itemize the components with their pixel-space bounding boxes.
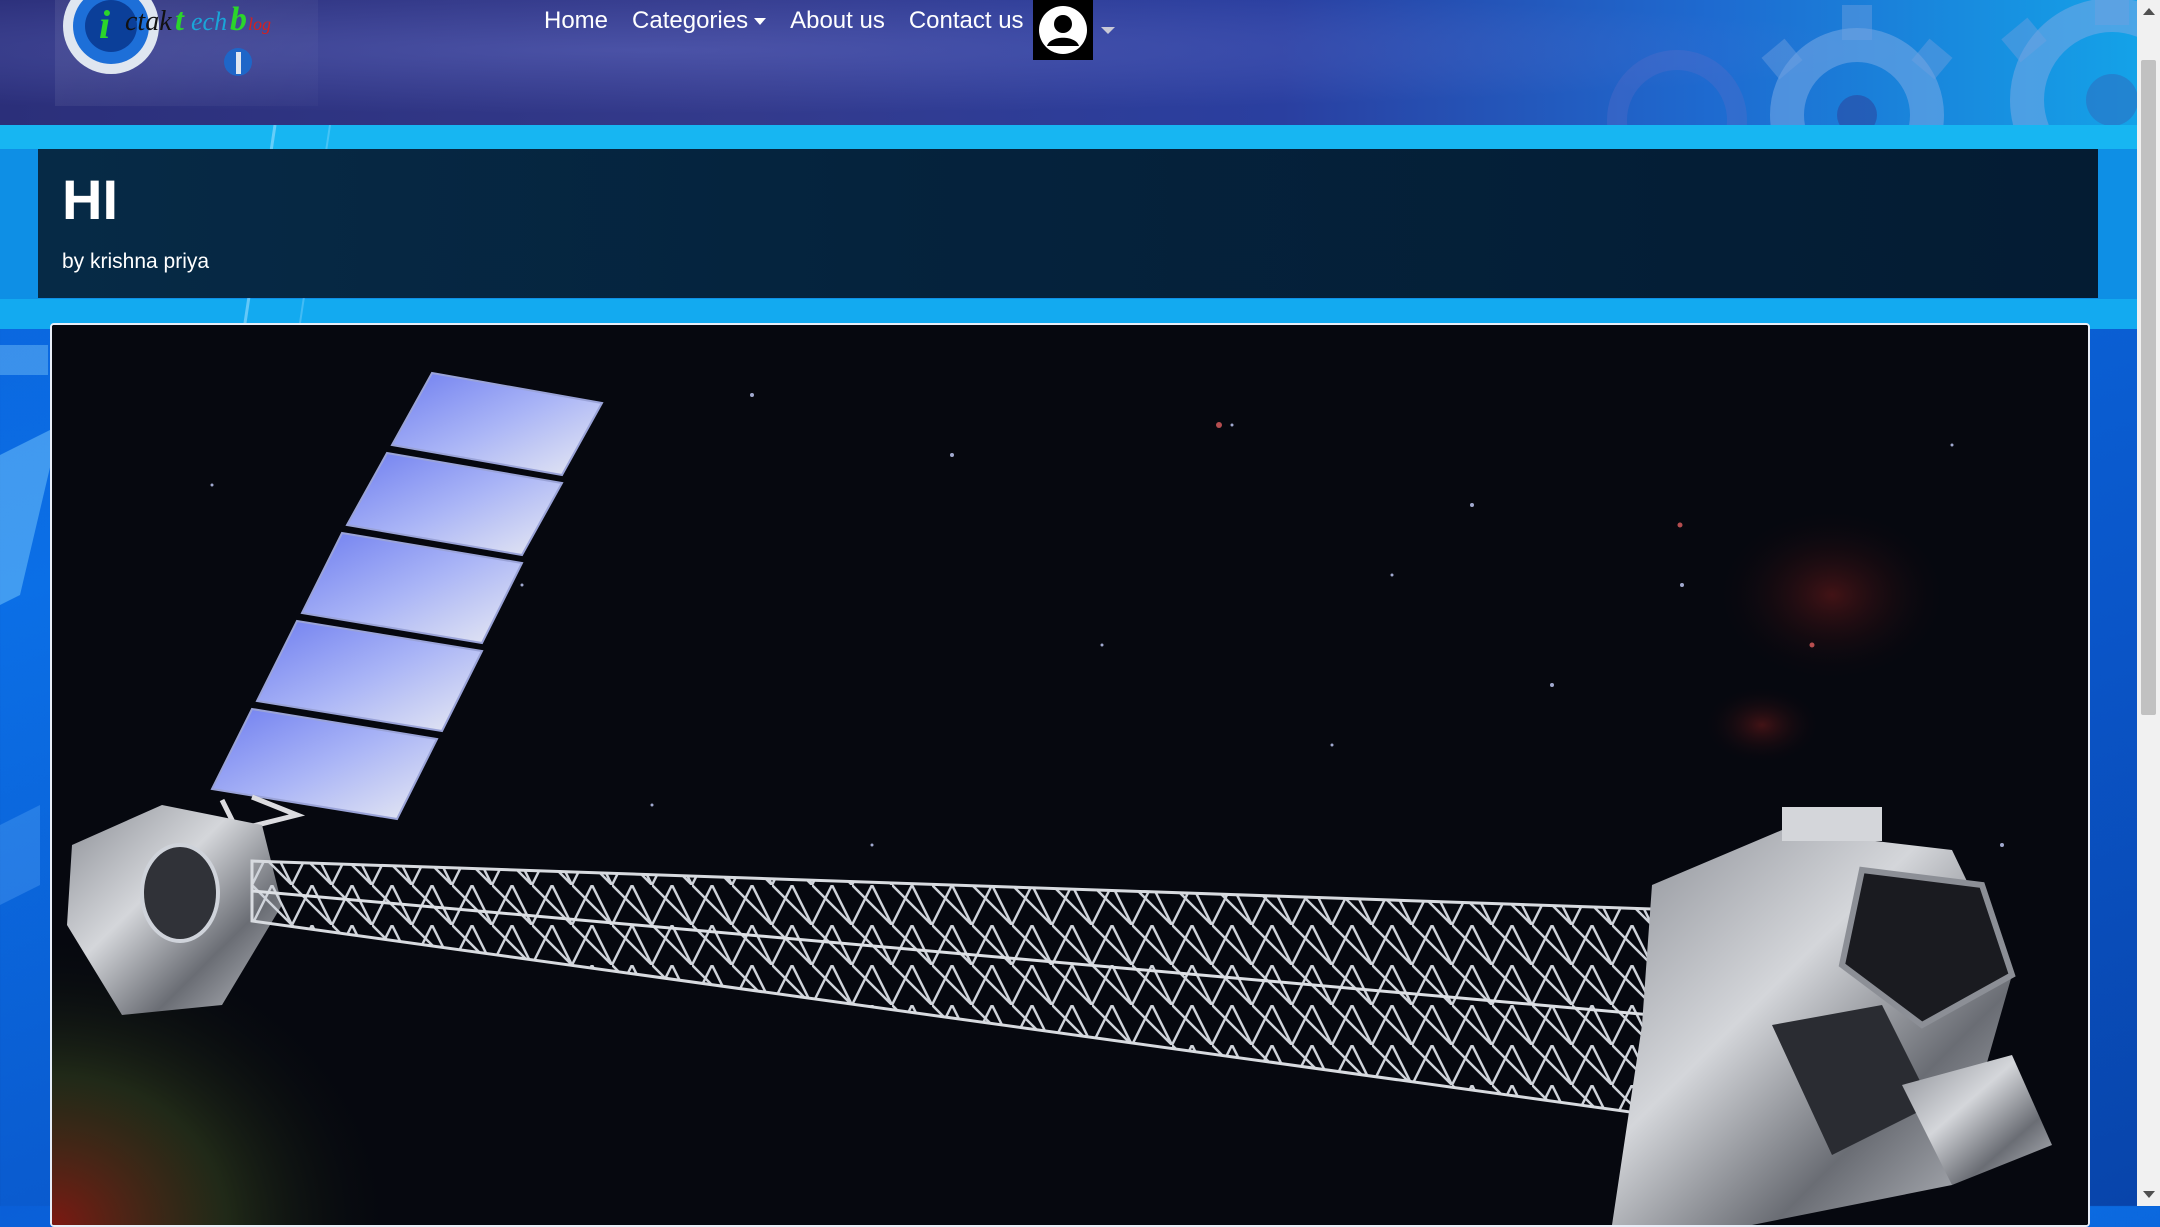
page-scrollbar[interactable]	[2137, 0, 2160, 1206]
logo-icon: i ctak t ech b log	[63, 0, 271, 76]
site-logo[interactable]: i ctak t ech b log	[55, 0, 318, 106]
caret-down-icon	[1101, 26, 1115, 34]
nav-about-link[interactable]: About us	[778, 4, 897, 38]
scroll-up-icon[interactable]	[2143, 8, 2155, 15]
main-nav: Home Categories About us Contact us	[532, 4, 1036, 38]
scroll-down-icon[interactable]	[2143, 1191, 2155, 1198]
svg-text:i: i	[99, 2, 110, 47]
scrollbar-thumb[interactable]	[2141, 60, 2156, 715]
user-menu[interactable]	[1033, 0, 1115, 60]
user-avatar-icon[interactable]	[1033, 0, 1093, 60]
svg-text:b: b	[230, 1, 247, 38]
post-title: HI	[62, 168, 118, 231]
svg-text:ech: ech	[191, 7, 227, 36]
nav-contact-link[interactable]: Contact us	[897, 4, 1036, 38]
svg-text:ctak: ctak	[125, 6, 172, 37]
post-author: by krishna priya	[62, 250, 210, 273]
post-header-panel: HI by krishna priya	[38, 149, 2098, 298]
svg-text:log: log	[248, 14, 271, 34]
nav-categories-dropdown[interactable]: Categories	[620, 4, 778, 38]
top-navbar: i ctak t ech b log Home Categories About…	[0, 0, 2137, 125]
svg-text:t: t	[175, 1, 185, 37]
satellite-image	[52, 325, 2088, 1225]
post-image	[50, 323, 2090, 1227]
nav-categories-label: Categories	[632, 7, 749, 34]
gears-decoration	[1607, 0, 2137, 125]
caret-down-icon	[754, 18, 767, 26]
nav-home-link[interactable]: Home	[532, 4, 620, 38]
user-icon	[1039, 6, 1087, 54]
